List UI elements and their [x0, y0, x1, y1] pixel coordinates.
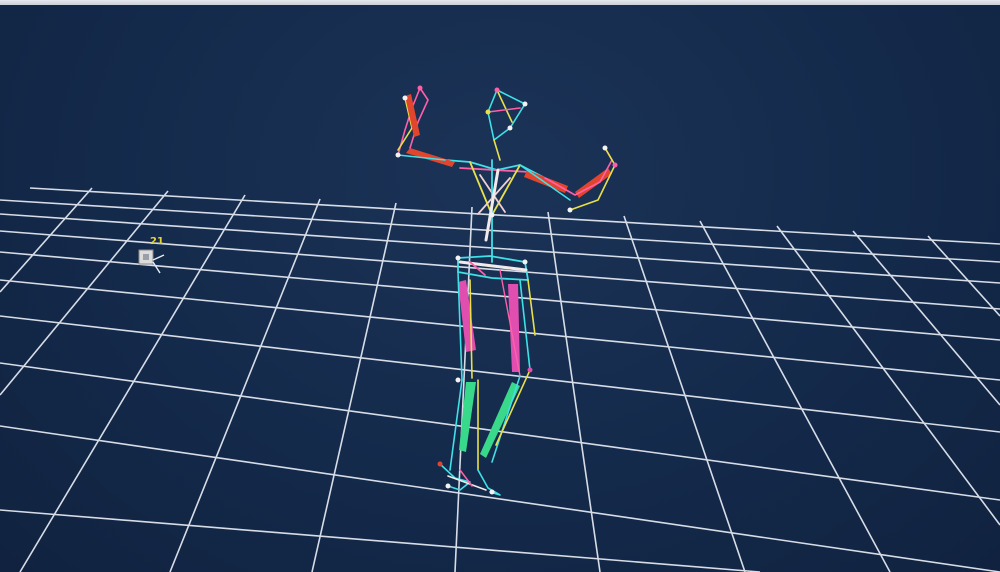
camera-lens [143, 254, 149, 260]
camera-direction-line [152, 254, 165, 261]
camera-direction-line [152, 261, 161, 274]
right-upper-arm-segment [524, 170, 568, 193]
3d-viewport[interactable]: 21 [0, 0, 1000, 572]
camera-id-label: 21 [150, 236, 164, 247]
right-arm [519, 147, 616, 211]
right-thigh-segment [508, 284, 520, 372]
left-upper-arm-segment [406, 148, 455, 167]
thighs [457, 269, 536, 381]
head [487, 89, 526, 161]
scene-canvas[interactable]: 21 [0, 0, 1000, 572]
